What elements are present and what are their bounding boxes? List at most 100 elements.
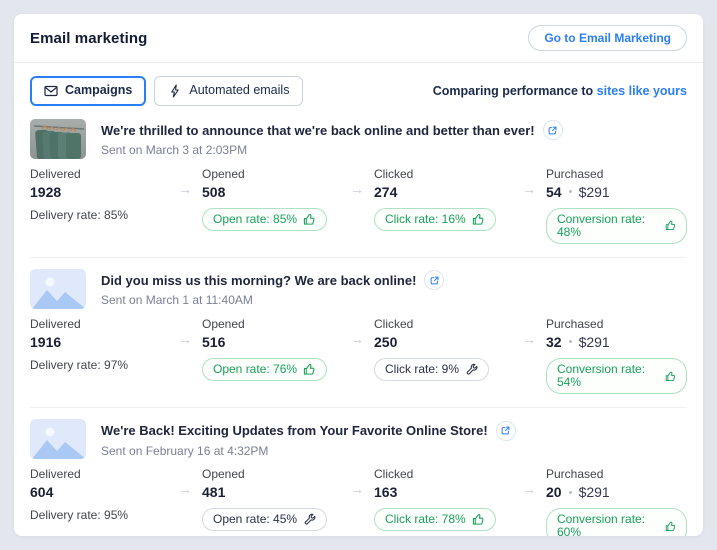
stat-value: 516 bbox=[202, 333, 226, 350]
clothes-photo-thumbnail bbox=[30, 118, 86, 159]
campaign-row: We're thrilled to announce that we're ba… bbox=[30, 108, 687, 258]
campaign-heading: We're thrilled to announce that we're ba… bbox=[101, 120, 563, 157]
stat-value: 274 bbox=[374, 183, 398, 200]
stat-purchased: Purchased 54 $291 Conversion rate: 48% bbox=[546, 167, 687, 244]
panel-header: Email marketing Go to Email Marketing bbox=[14, 14, 703, 63]
thumbs-up-icon bbox=[472, 514, 484, 526]
campaign-sent-date: Sent on March 1 at 11:40AM bbox=[101, 293, 253, 308]
stat-value: 250 bbox=[374, 333, 398, 350]
badge-text: Open rate: 76% bbox=[213, 361, 298, 376]
stat-opened: Opened 481 Open rate: 45% bbox=[202, 467, 374, 532]
flow-arrow-icon: → bbox=[350, 481, 364, 498]
comparison-prefix: Comparing performance to bbox=[432, 83, 594, 98]
open-rate-badge: Open rate: 85% bbox=[202, 207, 328, 231]
flow-arrow-icon: → bbox=[350, 180, 364, 197]
badge-text: Open rate: 85% bbox=[213, 211, 298, 226]
campaign-stats: Delivered 604 Delivery rate: 95% → Opene… bbox=[30, 467, 687, 536]
badge-text: Conversion rate: 60% bbox=[557, 512, 646, 536]
badge-text: Click rate: 16% bbox=[385, 211, 466, 226]
open-campaign-icon[interactable] bbox=[495, 420, 516, 441]
stat-value: 1928 bbox=[30, 183, 62, 200]
stat-clicked: Clicked 274 Click rate: 16% bbox=[374, 167, 546, 231]
stat-label: Delivered bbox=[30, 316, 81, 331]
stat-value: 481 bbox=[202, 484, 226, 501]
campaign-heading: Did you miss us this morning? We are bac… bbox=[101, 270, 445, 308]
tab-group: Campaigns Automated emails bbox=[30, 76, 304, 106]
email-marketing-panel: Email marketing Go to Email Marketing Ca… bbox=[14, 14, 703, 536]
campaign-title: Did you miss us this morning? We are bac… bbox=[101, 272, 417, 288]
stat-label: Purchased bbox=[546, 467, 604, 482]
stat-value: 604 bbox=[30, 484, 54, 501]
stat-label: Purchased bbox=[546, 166, 604, 181]
flow-arrow-icon: → bbox=[178, 330, 192, 347]
stat-label: Opened bbox=[202, 467, 245, 482]
revenue-value: $291 bbox=[578, 183, 610, 200]
campaign-header: We're thrilled to announce that we're ba… bbox=[30, 118, 687, 159]
stat-label: Opened bbox=[202, 166, 245, 181]
stat-value: 163 bbox=[374, 484, 398, 501]
campaign-sent-date: Sent on March 3 at 2:03PM bbox=[101, 143, 248, 157]
go-to-email-marketing-button[interactable]: Go to Email Marketing bbox=[528, 25, 687, 51]
thumbs-up-icon bbox=[472, 213, 484, 225]
dot-separator bbox=[568, 190, 572, 193]
stat-purchased: Purchased 32 $291 Conversion rate: 54% bbox=[546, 316, 687, 395]
image-placeholder-thumbnail bbox=[30, 268, 86, 309]
click-rate-badge: Click rate: 9% bbox=[374, 357, 490, 382]
sites-like-yours-link[interactable]: sites like yours bbox=[597, 84, 687, 98]
badge-text: Conversion rate: 48% bbox=[557, 211, 646, 239]
campaign-sent-date: Sent on February 16 at 4:32PM bbox=[101, 443, 269, 458]
thumbs-up-icon bbox=[303, 363, 315, 375]
dot-separator bbox=[568, 490, 572, 494]
stat-purchased: Purchased 20 $291 Conversion rate: 60% bbox=[546, 467, 687, 536]
thumbs-up-icon bbox=[303, 213, 315, 225]
open-campaign-icon[interactable] bbox=[424, 270, 445, 291]
wrench-icon bbox=[466, 363, 478, 375]
toolbar: Campaigns Automated emails Comparing per… bbox=[30, 63, 687, 108]
campaign-title: We're Back! Exciting Updates from Your F… bbox=[101, 423, 488, 439]
stat-label: Delivered bbox=[30, 166, 81, 181]
flow-arrow-icon: → bbox=[178, 180, 192, 197]
badge-text: Click rate: 78% bbox=[385, 512, 466, 527]
bolt-icon bbox=[168, 84, 182, 98]
open-campaign-icon[interactable] bbox=[542, 120, 563, 140]
tab-automated-emails-label: Automated emails bbox=[189, 83, 290, 97]
stat-value: 20 bbox=[546, 484, 562, 501]
open-rate-badge: Open rate: 45% bbox=[202, 508, 328, 532]
badge-text: Conversion rate: 54% bbox=[557, 361, 646, 390]
stat-label: Clicked bbox=[374, 166, 414, 181]
campaign-title: We're thrilled to announce that we're ba… bbox=[101, 122, 535, 138]
stat-label: Delivered bbox=[30, 467, 81, 482]
stat-value: 54 bbox=[546, 183, 562, 200]
tab-automated-emails[interactable]: Automated emails bbox=[154, 76, 304, 106]
click-rate-badge: Click rate: 78% bbox=[374, 508, 496, 532]
stat-clicked: Clicked 250 Click rate: 9% bbox=[374, 316, 546, 382]
campaign-header: We're Back! Exciting Updates from Your F… bbox=[30, 419, 687, 460]
campaign-row: Did you miss us this morning? We are bac… bbox=[30, 258, 687, 409]
badge-text: Click rate: 9% bbox=[385, 361, 460, 376]
campaign-header: Did you miss us this morning? We are bac… bbox=[30, 268, 687, 309]
stat-value: 508 bbox=[202, 183, 226, 200]
stat-label: Purchased bbox=[546, 316, 604, 331]
image-placeholder-thumbnail bbox=[30, 419, 86, 460]
flow-arrow-icon: → bbox=[522, 330, 536, 347]
flow-arrow-icon: → bbox=[350, 330, 364, 347]
thumbs-up-icon bbox=[665, 521, 675, 531]
stat-label: Opened bbox=[202, 316, 245, 331]
campaign-heading: We're Back! Exciting Updates from Your F… bbox=[101, 420, 516, 458]
stat-label: Clicked bbox=[374, 316, 414, 331]
badge-text: Open rate: 45% bbox=[213, 512, 298, 527]
wrench-icon bbox=[304, 514, 316, 525]
delivery-rate-text: Delivery rate: 95% bbox=[30, 508, 129, 523]
delivery-rate-text: Delivery rate: 97% bbox=[30, 357, 129, 372]
dot-separator bbox=[568, 340, 572, 344]
click-rate-badge: Click rate: 16% bbox=[374, 207, 496, 231]
stat-value: 32 bbox=[546, 333, 562, 350]
open-rate-badge: Open rate: 76% bbox=[202, 357, 328, 382]
campaign-row: We're Back! Exciting Updates from Your F… bbox=[30, 408, 687, 536]
conversion-rate-badge: Conversion rate: 54% bbox=[546, 357, 687, 395]
tab-campaigns[interactable]: Campaigns bbox=[30, 76, 147, 106]
thumbs-up-icon bbox=[665, 220, 675, 231]
flow-arrow-icon: → bbox=[522, 481, 536, 498]
thumbs-up-icon bbox=[665, 371, 675, 381]
stat-opened: Opened 508 Open rate: 85% bbox=[202, 167, 374, 231]
